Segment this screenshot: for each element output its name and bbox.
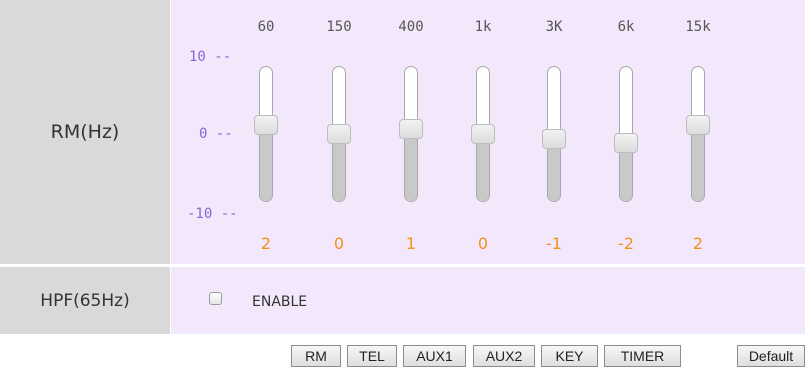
band-frequency-label: 150 (326, 19, 352, 35)
band-value-label: 2 (692, 234, 704, 253)
band-frequency-label: 15k (685, 19, 711, 35)
hpf-enable-checkbox[interactable] (209, 292, 222, 305)
band-slider-thumb[interactable] (327, 124, 351, 144)
rm-button[interactable]: RM (291, 345, 341, 367)
rm-row-label: RM(Hz) (0, 0, 170, 264)
band-slider-thumb[interactable] (614, 133, 638, 154)
band-frequency-label: 400 (398, 19, 424, 35)
band-value-label: 1 (405, 234, 417, 253)
band-slider-thumb[interactable] (471, 124, 495, 144)
timer-button[interactable]: TIMER (604, 345, 681, 367)
default-button[interactable]: Default (737, 345, 805, 367)
tel-button[interactable]: TEL (347, 345, 397, 367)
scale-max-label: 10 -- (189, 49, 232, 65)
band-slider-thumb[interactable] (399, 119, 423, 140)
band-value-label: -2 (618, 234, 634, 253)
band-slider-fill (692, 123, 704, 201)
band-slider-thumb[interactable] (686, 114, 710, 135)
band-frequency-label: 1k (474, 19, 492, 35)
band-frequency-label: 6k (617, 19, 635, 35)
rm-label-text: RM(Hz) (50, 121, 120, 143)
key-button[interactable]: KEY (541, 345, 598, 367)
band-slider-fill (405, 128, 417, 201)
aux1-button[interactable]: AUX1 (403, 345, 466, 367)
aux2-button[interactable]: AUX2 (473, 345, 535, 367)
band-frequency-label: 3K (545, 19, 563, 35)
hpf-label-text: HPF(65Hz) (40, 290, 130, 311)
band-slider-thumb[interactable] (542, 128, 566, 149)
band-frequency-label: 60 (257, 19, 275, 35)
band-slider-thumb[interactable] (254, 114, 278, 135)
band-value-label: -1 (546, 234, 562, 253)
scale-min-label: -10 -- (187, 206, 238, 222)
band-value-label: 0 (333, 234, 345, 253)
band-slider-fill (260, 123, 272, 201)
hpf-enable-label: ENABLE (252, 294, 308, 310)
hpf-row-label: HPF(65Hz) (0, 267, 170, 334)
band-value-label: 2 (260, 234, 272, 253)
scale-mid-label: 0 -- (199, 126, 233, 142)
band-value-label: 0 (477, 234, 489, 253)
